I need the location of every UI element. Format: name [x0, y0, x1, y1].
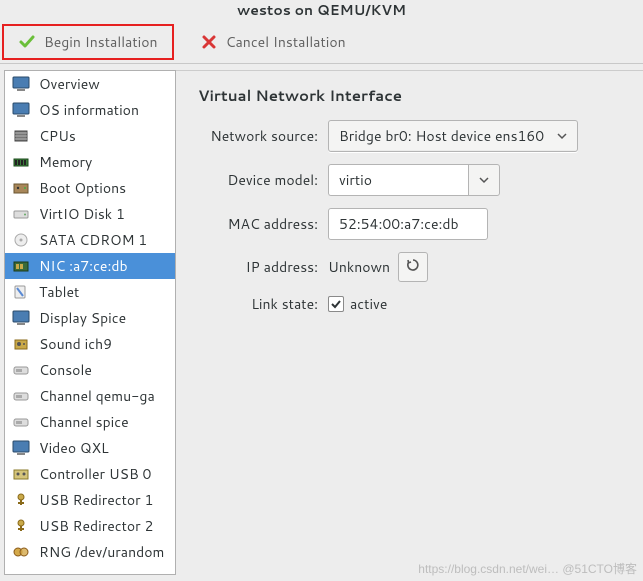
sidebar-item-label: Display Spice — [39, 308, 126, 328]
mac-address-label: MAC address: — [198, 214, 328, 234]
network-source-value: Bridge br0: Host device ens160 — [339, 126, 544, 146]
device-icon — [11, 465, 31, 483]
sidebar-item-usb-redirector-1[interactable]: USB Redirector 1 — [5, 487, 175, 513]
device-icon — [11, 439, 31, 457]
sidebar-item-label: NIC :a7:ce:db — [39, 256, 128, 276]
device-icon — [11, 387, 31, 405]
sidebar-item-label: Overview — [39, 74, 100, 94]
sidebar-item-memory[interactable]: Memory — [5, 149, 175, 175]
sidebar-item-overview[interactable]: Overview — [5, 71, 175, 97]
check-icon — [18, 33, 36, 51]
sidebar-item-label: Boot Options — [39, 178, 126, 198]
window-title: westos on QEMU/KVM — [0, 0, 643, 20]
device-model-value: virtio — [339, 170, 372, 190]
device-icon — [11, 231, 31, 249]
sidebar-item-label: Memory — [39, 152, 92, 172]
sidebar-item-label: Console — [39, 360, 92, 380]
device-sidebar[interactable]: Overview OS information CPUs Memory Boot Opt… — [4, 70, 176, 575]
sidebar-item-boot-options[interactable]: Boot Options — [5, 175, 175, 201]
device-icon — [11, 543, 31, 561]
sidebar-item-channel-qemu-ga[interactable]: Channel qemu-ga — [5, 383, 175, 409]
network-source-label: Network source: — [198, 126, 328, 146]
link-state-checkbox[interactable]: active — [328, 294, 387, 314]
sidebar-item-nic-a7-ce-db[interactable]: NIC :a7:ce:db — [5, 253, 175, 279]
refresh-ip-button[interactable] — [398, 252, 428, 282]
chevron-down-icon — [557, 126, 567, 146]
device-icon — [11, 179, 31, 197]
sidebar-item-console[interactable]: Console — [5, 357, 175, 383]
sidebar-item-label: USB Redirector 1 — [39, 490, 153, 510]
device-icon — [11, 517, 31, 535]
sidebar-item-sata-cdrom-1[interactable]: SATA CDROM 1 — [5, 227, 175, 253]
device-icon — [11, 491, 31, 509]
checkbox-checked-icon — [328, 296, 344, 312]
sidebar-item-sound-ich9[interactable]: Sound ich9 — [5, 331, 175, 357]
sidebar-item-label: Tablet — [39, 282, 79, 302]
begin-installation-button[interactable]: Begin Installation — [2, 24, 174, 60]
network-source-dropdown[interactable]: Bridge br0: Host device ens160 — [328, 120, 578, 152]
sidebar-item-label: USB Redirector 2 — [39, 516, 153, 536]
sidebar-item-label: OS information — [39, 100, 139, 120]
device-icon — [11, 257, 31, 275]
device-model-chevron[interactable] — [468, 164, 500, 196]
sidebar-item-label: CPUs — [39, 126, 76, 146]
device-icon — [11, 283, 31, 301]
device-icon — [11, 335, 31, 353]
sidebar-item-label: Channel qemu-ga — [39, 386, 155, 406]
device-icon — [11, 101, 31, 119]
sidebar-item-label: VirtIO Disk 1 — [39, 204, 125, 224]
sidebar-item-label: SATA CDROM 1 — [39, 230, 147, 250]
cancel-label: Cancel Installation — [226, 32, 346, 52]
device-icon — [11, 205, 31, 223]
sidebar-item-controller-usb-0[interactable]: Controller USB 0 — [5, 461, 175, 487]
sidebar-item-tablet[interactable]: Tablet — [5, 279, 175, 305]
sidebar-item-label: Video QXL — [39, 438, 109, 458]
sidebar-item-virtio-disk-1[interactable]: VirtIO Disk 1 — [5, 201, 175, 227]
sidebar-item-label: Sound ich9 — [39, 334, 112, 354]
sidebar-item-cpus[interactable]: CPUs — [5, 123, 175, 149]
mac-address-input[interactable] — [328, 208, 488, 240]
sidebar-item-os-information[interactable]: OS information — [5, 97, 175, 123]
device-icon — [11, 309, 31, 327]
sidebar-item-video-qxl[interactable]: Video QXL — [5, 435, 175, 461]
device-icon — [11, 127, 31, 145]
sidebar-item-display-spice[interactable]: Display Spice — [5, 305, 175, 331]
cancel-icon — [200, 33, 218, 51]
ip-address-label: IP address: — [198, 257, 328, 277]
link-state-text: active — [350, 294, 387, 314]
sidebar-item-rng-dev-urandom[interactable]: RNG /dev/urandom — [5, 539, 175, 565]
sidebar-item-label: Channel spice — [39, 412, 129, 432]
device-model-combo[interactable]: virtio — [328, 164, 500, 196]
details-panel: Virtual Network Interface Network source… — [176, 70, 643, 581]
sidebar-item-channel-spice[interactable]: Channel spice — [5, 409, 175, 435]
sidebar-item-label: Controller USB 0 — [39, 464, 151, 484]
link-state-label: Link state: — [198, 294, 328, 314]
panel-heading: Virtual Network Interface — [198, 85, 631, 106]
refresh-icon — [405, 257, 421, 278]
device-model-label: Device model: — [198, 170, 328, 190]
sidebar-item-usb-redirector-2[interactable]: USB Redirector 2 — [5, 513, 175, 539]
device-icon — [11, 361, 31, 379]
sidebar-item-label: RNG /dev/urandom — [39, 542, 164, 562]
begin-label: Begin Installation — [44, 32, 158, 52]
cancel-installation-button[interactable]: Cancel Installation — [186, 24, 360, 60]
device-icon — [11, 153, 31, 171]
device-icon — [11, 413, 31, 431]
toolbar: Begin Installation Cancel Installation — [0, 20, 643, 64]
ip-address-value: Unknown — [328, 257, 390, 277]
device-icon — [11, 75, 31, 93]
